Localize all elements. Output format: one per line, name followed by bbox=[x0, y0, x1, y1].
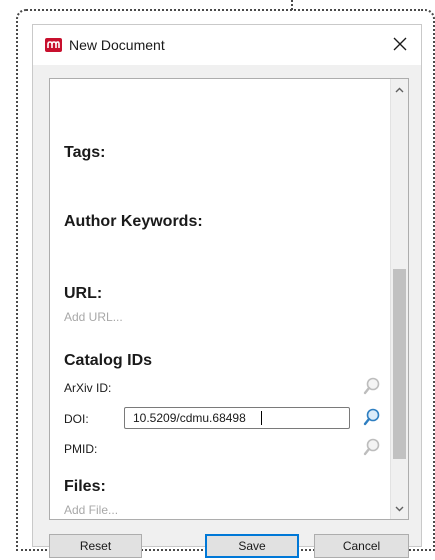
add-url-field[interactable]: Add URL... bbox=[64, 310, 123, 324]
new-document-dialog: New Document Tags: Author Keywords: URL:… bbox=[32, 24, 422, 558]
scroll-up-button[interactable] bbox=[391, 81, 408, 98]
vertical-scrollbar[interactable] bbox=[390, 79, 408, 519]
selection-outline-tick bbox=[291, 0, 295, 10]
doi-input[interactable] bbox=[124, 407, 350, 429]
cancel-button[interactable]: Cancel bbox=[314, 534, 409, 558]
arxiv-lookup-icon[interactable] bbox=[362, 376, 382, 396]
author-keywords-heading: Author Keywords: bbox=[64, 213, 203, 230]
add-file-field[interactable]: Add File... bbox=[64, 503, 118, 517]
details-content: Tags: Author Keywords: URL: Add URL... C… bbox=[50, 79, 390, 519]
save-button[interactable]: Save bbox=[205, 534, 299, 558]
chevron-down-icon bbox=[395, 506, 404, 511]
selection-outline-right bbox=[421, 9, 435, 551]
window-title: New Document bbox=[69, 37, 165, 53]
doi-label: DOI: bbox=[64, 412, 89, 426]
catalog-ids-heading: Catalog IDs bbox=[64, 352, 153, 369]
doi-lookup-icon[interactable] bbox=[362, 407, 382, 427]
url-heading: URL: bbox=[64, 285, 103, 302]
pmid-lookup-icon[interactable] bbox=[362, 437, 382, 457]
chevron-up-icon bbox=[395, 87, 404, 92]
mendeley-logo-icon bbox=[45, 38, 62, 52]
close-button[interactable] bbox=[387, 31, 413, 57]
arxiv-id-label: ArXiv ID: bbox=[64, 381, 112, 395]
text-caret bbox=[261, 411, 262, 425]
screenshot-canvas: New Document Tags: Author Keywords: URL:… bbox=[0, 0, 435, 560]
files-heading: Files: bbox=[64, 478, 106, 495]
pmid-label: PMID: bbox=[64, 442, 98, 456]
close-icon bbox=[393, 37, 407, 51]
scroll-thumb[interactable] bbox=[393, 269, 406, 459]
scroll-down-button[interactable] bbox=[391, 500, 408, 517]
title-bar: New Document bbox=[33, 25, 421, 65]
document-details-panel[interactable]: Tags: Author Keywords: URL: Add URL... C… bbox=[49, 78, 409, 520]
tags-heading: Tags: bbox=[64, 144, 106, 161]
reset-button[interactable]: Reset bbox=[49, 534, 142, 558]
